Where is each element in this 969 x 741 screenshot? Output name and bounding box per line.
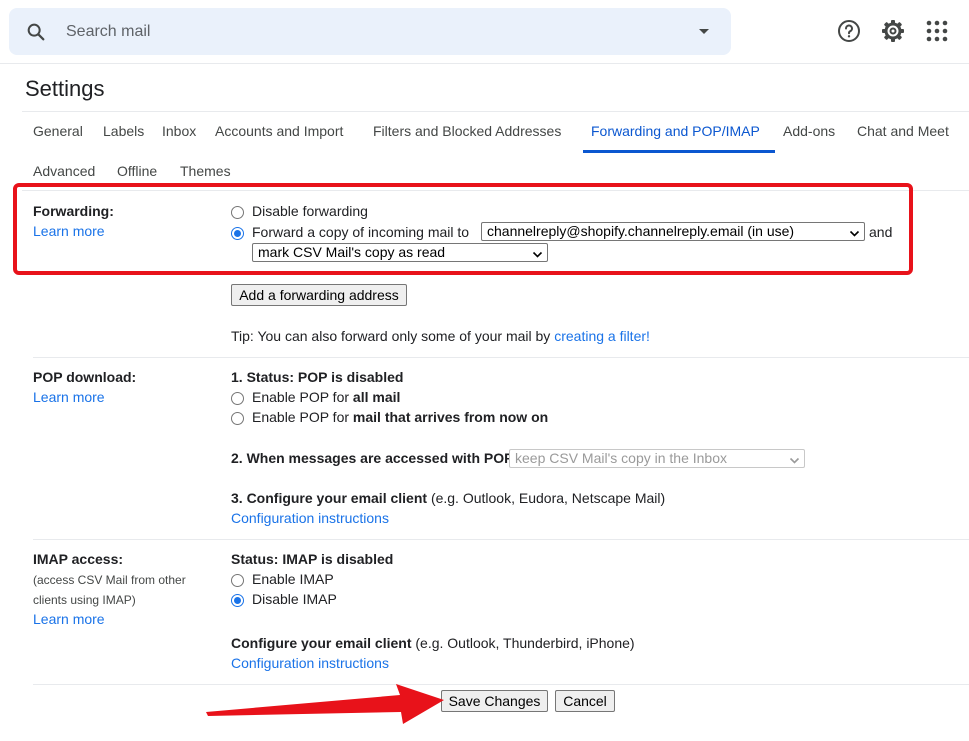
page-title: Settings	[25, 76, 105, 101]
imap-configure-heading: Configure your email client	[231, 635, 412, 651]
tab-themes[interactable]: Themes	[180, 163, 231, 179]
pop-download-label: POP download:	[33, 369, 137, 385]
pop-configure-text: 3. Configure your email client (e.g. Out…	[231, 490, 665, 506]
imap-access-label: IMAP access:	[33, 551, 124, 567]
imap-learn-more-link[interactable]: Learn more	[33, 611, 105, 627]
pop-learn-more-link[interactable]: Learn more	[33, 389, 105, 405]
pop-configure-heading: 3. Configure your email client	[231, 490, 428, 506]
cancel-button[interactable]: Cancel	[555, 690, 615, 712]
enable-pop-now-radio[interactable]	[231, 412, 244, 425]
gear-icon[interactable]	[880, 18, 906, 44]
enable-pop-all-bold: all mail	[352, 389, 401, 405]
tab-labels[interactable]: Labels	[103, 123, 144, 139]
add-forwarding-address-button[interactable]: Add a forwarding address	[231, 284, 407, 306]
apps-icon[interactable]	[924, 18, 950, 44]
pop-config-instructions-link[interactable]: Configuration instructions	[231, 510, 389, 526]
imap-subtext-2: clients using IMAP)	[33, 593, 136, 607]
pop-configure-hint: (e.g. Outlook, Eudora, Netscape Mail)	[430, 490, 666, 506]
pop-access-select[interactable]: keep CSV Mail's copy in the Inbox	[509, 449, 805, 468]
section-divider	[33, 684, 969, 685]
section-divider	[33, 539, 969, 540]
active-tab-indicator	[583, 150, 775, 153]
highlight-annotation-box	[13, 183, 913, 275]
save-changes-button[interactable]: Save Changes	[441, 690, 548, 712]
chevron-down-icon	[789, 453, 800, 467]
enable-imap-radio[interactable]	[231, 574, 244, 587]
arrow-annotation-icon	[206, 684, 444, 724]
enable-pop-now-bold: mail that arrives from now on	[352, 409, 549, 425]
imap-config-instructions-link[interactable]: Configuration instructions	[231, 655, 389, 671]
search-input[interactable]: Search mail	[66, 23, 150, 41]
tab-advanced[interactable]: Advanced	[33, 163, 95, 179]
section-divider	[33, 357, 969, 358]
enable-pop-now-prefix: Enable POP for	[252, 409, 350, 425]
tab-accounts-and-import[interactable]: Accounts and Import	[215, 123, 343, 139]
tab-offline[interactable]: Offline	[117, 163, 157, 179]
enable-pop-all-label[interactable]: Enable POP for all mail	[252, 389, 400, 405]
imap-configure-text: Configure your email client (e.g. Outloo…	[231, 635, 635, 651]
search-bar[interactable]: Search mail	[9, 8, 731, 55]
enable-pop-all-radio[interactable]	[231, 392, 244, 405]
enable-pop-now-label[interactable]: Enable POP for mail that arrives from no…	[252, 409, 548, 425]
pop-status: 1. Status: POP is disabled	[231, 369, 404, 385]
pop-access-value: keep CSV Mail's copy in the Inbox	[515, 450, 728, 466]
header-divider	[0, 63, 969, 64]
tab-forwarding-and-pop-imap[interactable]: Forwarding and POP/IMAP	[591, 123, 760, 139]
pop-access-label: 2. When messages are accessed with POP	[231, 450, 514, 466]
tab-filters-and-blocked-addresses[interactable]: Filters and Blocked Addresses	[373, 123, 561, 139]
tab-add-ons[interactable]: Add-ons	[783, 123, 835, 139]
tab-inbox[interactable]: Inbox	[162, 123, 196, 139]
tip-text: Tip: You can also forward only some of y…	[231, 328, 551, 344]
tab-general[interactable]: General	[33, 123, 83, 139]
help-icon[interactable]	[836, 18, 862, 44]
title-divider	[22, 111, 969, 112]
imap-status: Status: IMAP is disabled	[231, 551, 394, 567]
tab-chat-and-meet[interactable]: Chat and Meet	[857, 123, 949, 139]
enable-pop-all-prefix: Enable POP for	[252, 389, 350, 405]
enable-imap-label[interactable]: Enable IMAP	[252, 571, 334, 587]
disable-imap-label[interactable]: Disable IMAP	[252, 591, 337, 607]
disable-imap-radio[interactable]	[231, 594, 244, 607]
forwarding-tip-text: Tip: You can also forward only some of y…	[231, 328, 650, 344]
imap-configure-hint: (e.g. Outlook, Thunderbird, iPhone)	[415, 635, 635, 651]
search-options-icon[interactable]	[694, 21, 714, 44]
imap-subtext-1: (access CSV Mail from other	[33, 573, 186, 587]
search-icon[interactable]	[25, 21, 47, 46]
create-filter-link[interactable]: creating a filter!	[554, 328, 650, 344]
